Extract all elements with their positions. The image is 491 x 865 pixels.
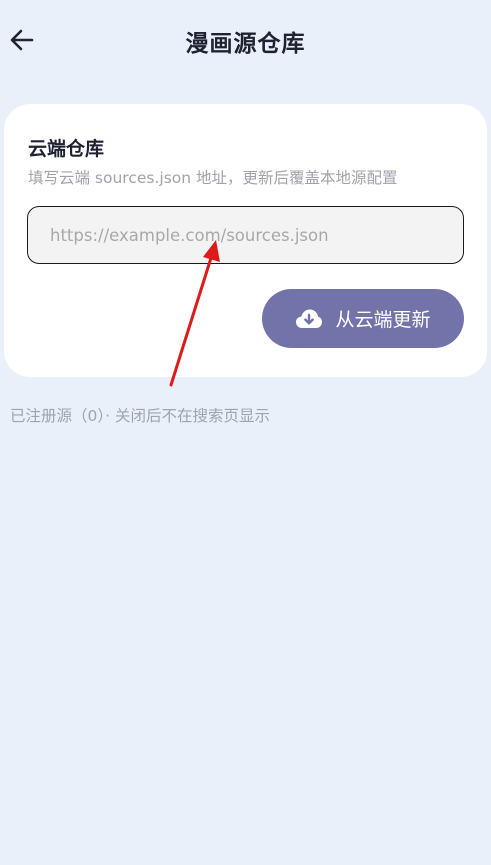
update-button-label: 从云端更新 [335, 309, 431, 331]
app-bar: 漫画源仓库 [0, 0, 491, 82]
registered-sources-status: 已注册源（0）· 关闭后不在搜索页显示 [10, 407, 270, 425]
card-subtitle: 填写云端 sources.json 地址，更新后覆盖本地源配置 [28, 169, 398, 187]
page-title: 漫画源仓库 [185, 31, 306, 57]
sources-url-input[interactable] [27, 206, 464, 264]
update-from-cloud-button[interactable]: 从云端更新 [262, 289, 464, 348]
cloud-repo-card: 云端仓库 填写云端 sources.json 地址，更新后覆盖本地源配置 从云端… [4, 104, 487, 377]
card-title: 云端仓库 [28, 138, 105, 160]
cloud-download-icon [296, 309, 323, 328]
